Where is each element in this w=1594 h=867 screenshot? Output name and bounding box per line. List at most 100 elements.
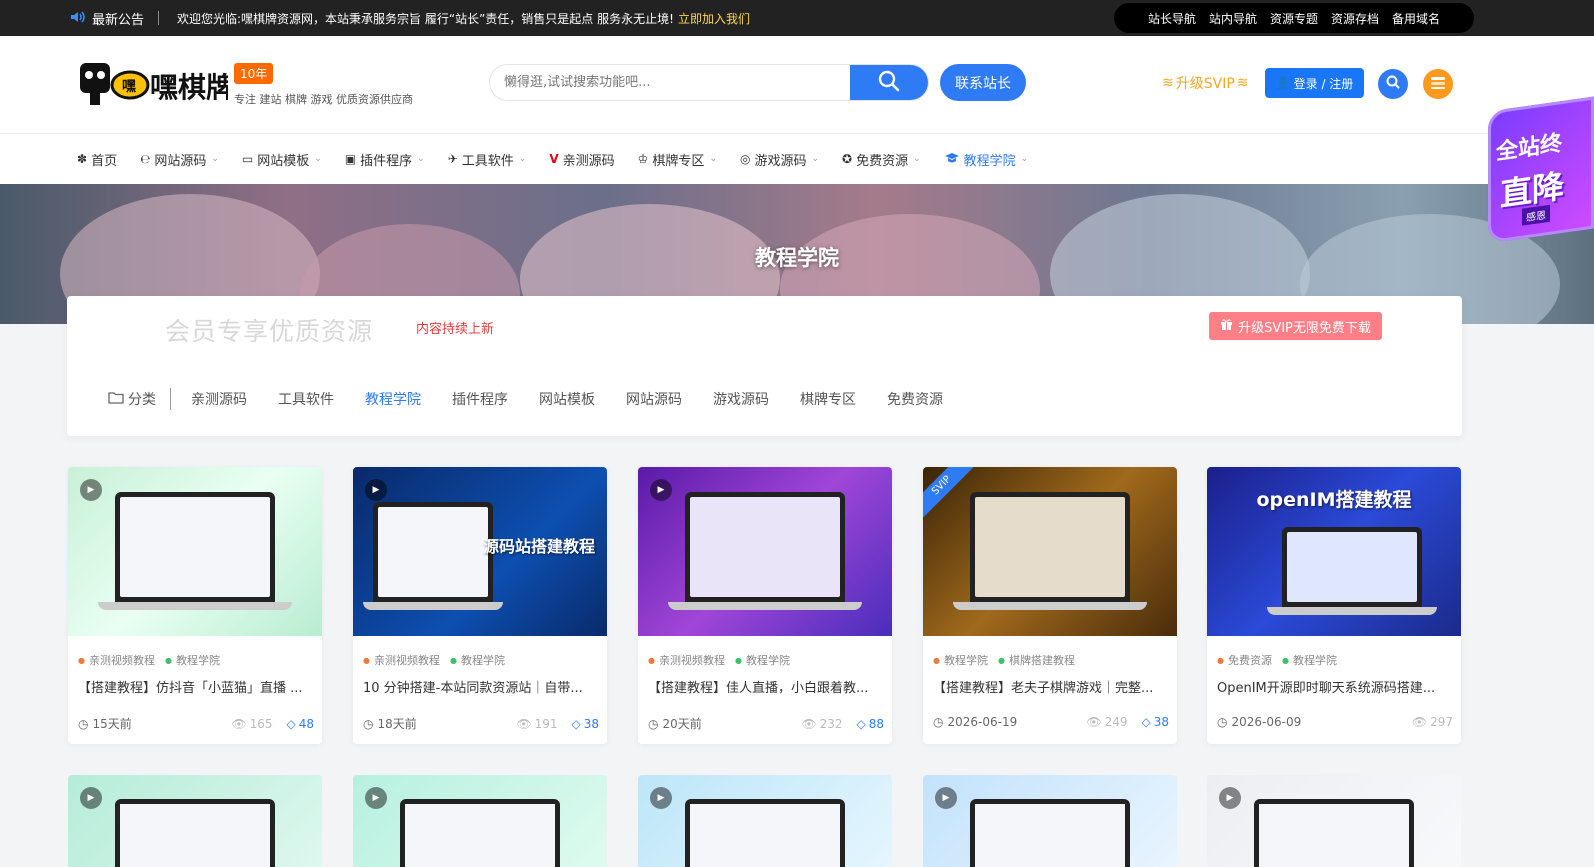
top-link-backup-domain[interactable]: 备用域名 [1392, 10, 1440, 27]
card-tag[interactable]: 亲测视频教程 [78, 652, 155, 668]
card-thumbnail[interactable]: openIM搭建教程 [1207, 467, 1461, 636]
post-card-partial[interactable]: ▶ [1207, 775, 1461, 867]
top-links: 站长导航 站内导航 资源专题 资源存档 备用域名 [1114, 3, 1474, 33]
card-tag[interactable]: 棋牌搭建教程 [998, 652, 1075, 668]
promo-line3: 感恩 [1522, 204, 1550, 226]
eye-icon: 👁 [1411, 715, 1428, 729]
nav-site-template[interactable]: ▭ 网站模板 ⌄ [242, 150, 322, 169]
post-card-partial[interactable]: ▶ [353, 775, 607, 867]
screen [405, 804, 555, 867]
logo-text: 嘿棋牌 [150, 71, 228, 104]
card-tags: 教程学院 棋牌搭建教程 [933, 652, 1075, 668]
card-thumbnail[interactable]: 源码站搭建教程 ▶ [353, 467, 607, 636]
nav-tutorials[interactable]: 教程学院 ⌄ [944, 150, 1028, 169]
card-title[interactable]: 【搭建教程】仿抖音「小蓝猫」直播 ... [78, 677, 314, 696]
nav-chess-zone[interactable]: ♔ 棋牌专区 ⌄ [638, 150, 717, 169]
nav-site-source[interactable]: ℮ 网站源码 ⌄ [140, 150, 219, 169]
category-game-source[interactable]: 游戏源码 [713, 389, 769, 409]
search-input[interactable] [490, 65, 852, 100]
promo-side-badge[interactable]: 全站终 直降 感恩 [1488, 96, 1594, 244]
category-plugins[interactable]: 插件程序 [452, 389, 508, 409]
card-title[interactable]: 10 分钟搭建-本站同款资源站｜自带... [363, 677, 599, 696]
theme-toggle-button[interactable] [1423, 69, 1453, 99]
search-button[interactable] [850, 65, 928, 100]
laptop-image [1282, 527, 1422, 607]
post-card[interactable]: openIM搭建教程 免费资源 教程学院 OpenIM开源即时聊天系统源码搭建.… [1207, 467, 1461, 744]
svip-label: 升级SVIP [1175, 76, 1235, 92]
category-free-resources[interactable]: 免费资源 [887, 389, 943, 409]
top-link-inner-nav[interactable]: 站内导航 [1209, 10, 1257, 27]
card-views-text: 232 [819, 716, 843, 731]
login-register-button[interactable]: 👤 登录 / 注册 [1265, 68, 1364, 98]
card-thumbnail[interactable]: SVIP [923, 467, 1177, 636]
top-link-topics[interactable]: 资源专题 [1270, 10, 1318, 27]
post-card-partial[interactable]: ▶ [638, 775, 892, 867]
nav-home[interactable]: ✽ 首页 [77, 150, 117, 169]
screen [690, 804, 840, 867]
category-chess-zone[interactable]: 棋牌专区 [800, 389, 856, 409]
post-card[interactable]: 源码站搭建教程 ▶ 亲测视频教程 教程学院 10 分钟搭建-本站同款资源站｜自带… [353, 467, 607, 744]
card-thumbnail[interactable]: ▶ [638, 467, 892, 636]
card-thumbnail[interactable]: ▶ [68, 467, 322, 636]
card-time-text: 20天前 [662, 717, 702, 731]
card-diamonds-text: 38 [583, 716, 599, 731]
card-title[interactable]: 【搭建教程】老夫子棋牌游戏｜完整... [933, 677, 1169, 696]
post-card[interactable]: SVIP 教程学院 棋牌搭建教程 【搭建教程】老夫子棋牌游戏｜完整... ◷20… [923, 467, 1177, 744]
join-link[interactable]: 立即加入我们 [678, 10, 750, 27]
card-tag[interactable]: 教程学院 [165, 652, 220, 668]
screen [690, 497, 840, 597]
card-tag[interactable]: 亲测视频教程 [648, 652, 725, 668]
diamond-icon: ◇ [571, 716, 581, 731]
top-link-site-nav[interactable]: 站长导航 [1148, 10, 1196, 27]
nav-tools[interactable]: ✈ 工具软件 ⌄ [448, 150, 527, 169]
nav-game-source[interactable]: ◎ 游戏源码 ⌄ [740, 150, 819, 169]
nav-plugins[interactable]: ▣ 插件程序 ⌄ [345, 150, 425, 169]
card-tag[interactable]: 免费资源 [1217, 652, 1272, 668]
wing-right-icon: ≋ [1236, 75, 1249, 91]
top-link-archive[interactable]: 资源存档 [1331, 10, 1379, 27]
notice-text: 欢迎您光临:嘿棋牌资源网，本站秉承服务宗旨 履行“站长”责任，销售只是起点 服务… [177, 11, 674, 26]
card-time-text: 15天前 [92, 717, 132, 731]
graduation-cap-icon [944, 152, 960, 167]
nav-label: 教程学院 [963, 153, 1016, 169]
laptop-image [400, 799, 560, 867]
card-title[interactable]: 【搭建教程】佳人直播，小白跟着教... [648, 677, 884, 696]
card-tag[interactable]: 教程学院 [450, 652, 505, 668]
card-views: 👁 191 [516, 717, 557, 731]
search-box [489, 64, 929, 101]
site-logo[interactable]: 嘿 嘿棋牌 [78, 61, 234, 111]
card-tag[interactable]: 亲测视频教程 [363, 652, 440, 668]
post-card[interactable]: ▶ 亲测视频教程 教程学院 【搭建教程】佳人直播，小白跟着教... ◷20天前 … [638, 467, 892, 744]
card-tag[interactable]: 教程学院 [1282, 652, 1337, 668]
vip-download-button[interactable]: 升级SVIP无限免费下载 [1209, 312, 1382, 340]
contact-admin-button[interactable]: 联系站长 [940, 64, 1026, 101]
eye-icon: 👁 [1086, 715, 1102, 729]
card-tag[interactable]: 教程学院 [933, 652, 988, 668]
post-card-partial[interactable]: ▶ [68, 775, 322, 867]
nav-label: 网站模板 [257, 153, 310, 169]
category-site-source[interactable]: 网站源码 [626, 389, 682, 409]
nav-tested-source[interactable]: V 亲测源码 [549, 150, 614, 169]
card-meta: ◷ 2026-06-09 👁 297 [1217, 715, 1453, 729]
category-templates[interactable]: 网站模板 [539, 389, 595, 409]
category-tested-source[interactable]: 亲测源码 [191, 389, 247, 409]
card-time-text: 2026-06-09 [1231, 715, 1302, 729]
search-round-button[interactable] [1378, 69, 1408, 99]
card-time: ◷ 15天前 [78, 715, 231, 732]
card-diamonds-text: 48 [298, 716, 314, 731]
nav-free-resources[interactable]: ✪ 免费资源 ⌄ [842, 150, 921, 169]
upgrade-svip-link[interactable]: ≋ 升级SVIP ≋ [1162, 73, 1249, 93]
category-tools[interactable]: 工具软件 [278, 389, 334, 409]
card-tag[interactable]: 教程学院 [735, 652, 790, 668]
card-diamonds-text: 38 [1153, 715, 1169, 729]
card-title[interactable]: OpenIM开源即时聊天系统源码搭建... [1217, 677, 1453, 696]
screen [120, 497, 270, 597]
post-card[interactable]: ▶ 亲测视频教程 教程学院 【搭建教程】仿抖音「小蓝猫」直播 ... ◷15天前… [68, 467, 322, 744]
card-meta: ◷ 20天前 👁 232 ◇ 88 [648, 715, 884, 732]
post-card-partial[interactable]: ▶ [923, 775, 1177, 867]
nav-label: 插件程序 [360, 153, 413, 169]
update-text: 内容持续上新 [416, 322, 495, 337]
laptop-image [970, 799, 1130, 867]
card-views-text: 297 [1430, 715, 1453, 729]
category-tutorials[interactable]: 教程学院 [365, 389, 421, 409]
